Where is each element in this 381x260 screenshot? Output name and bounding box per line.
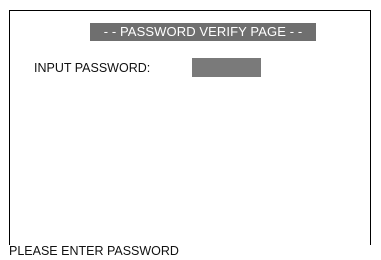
status-message: PLEASE ENTER PASSWORD [9, 244, 179, 258]
page-title: - - PASSWORD VERIFY PAGE - - [90, 23, 316, 41]
screen-frame [9, 10, 371, 245]
password-input[interactable] [192, 58, 261, 77]
password-label: INPUT PASSWORD: [34, 61, 151, 75]
